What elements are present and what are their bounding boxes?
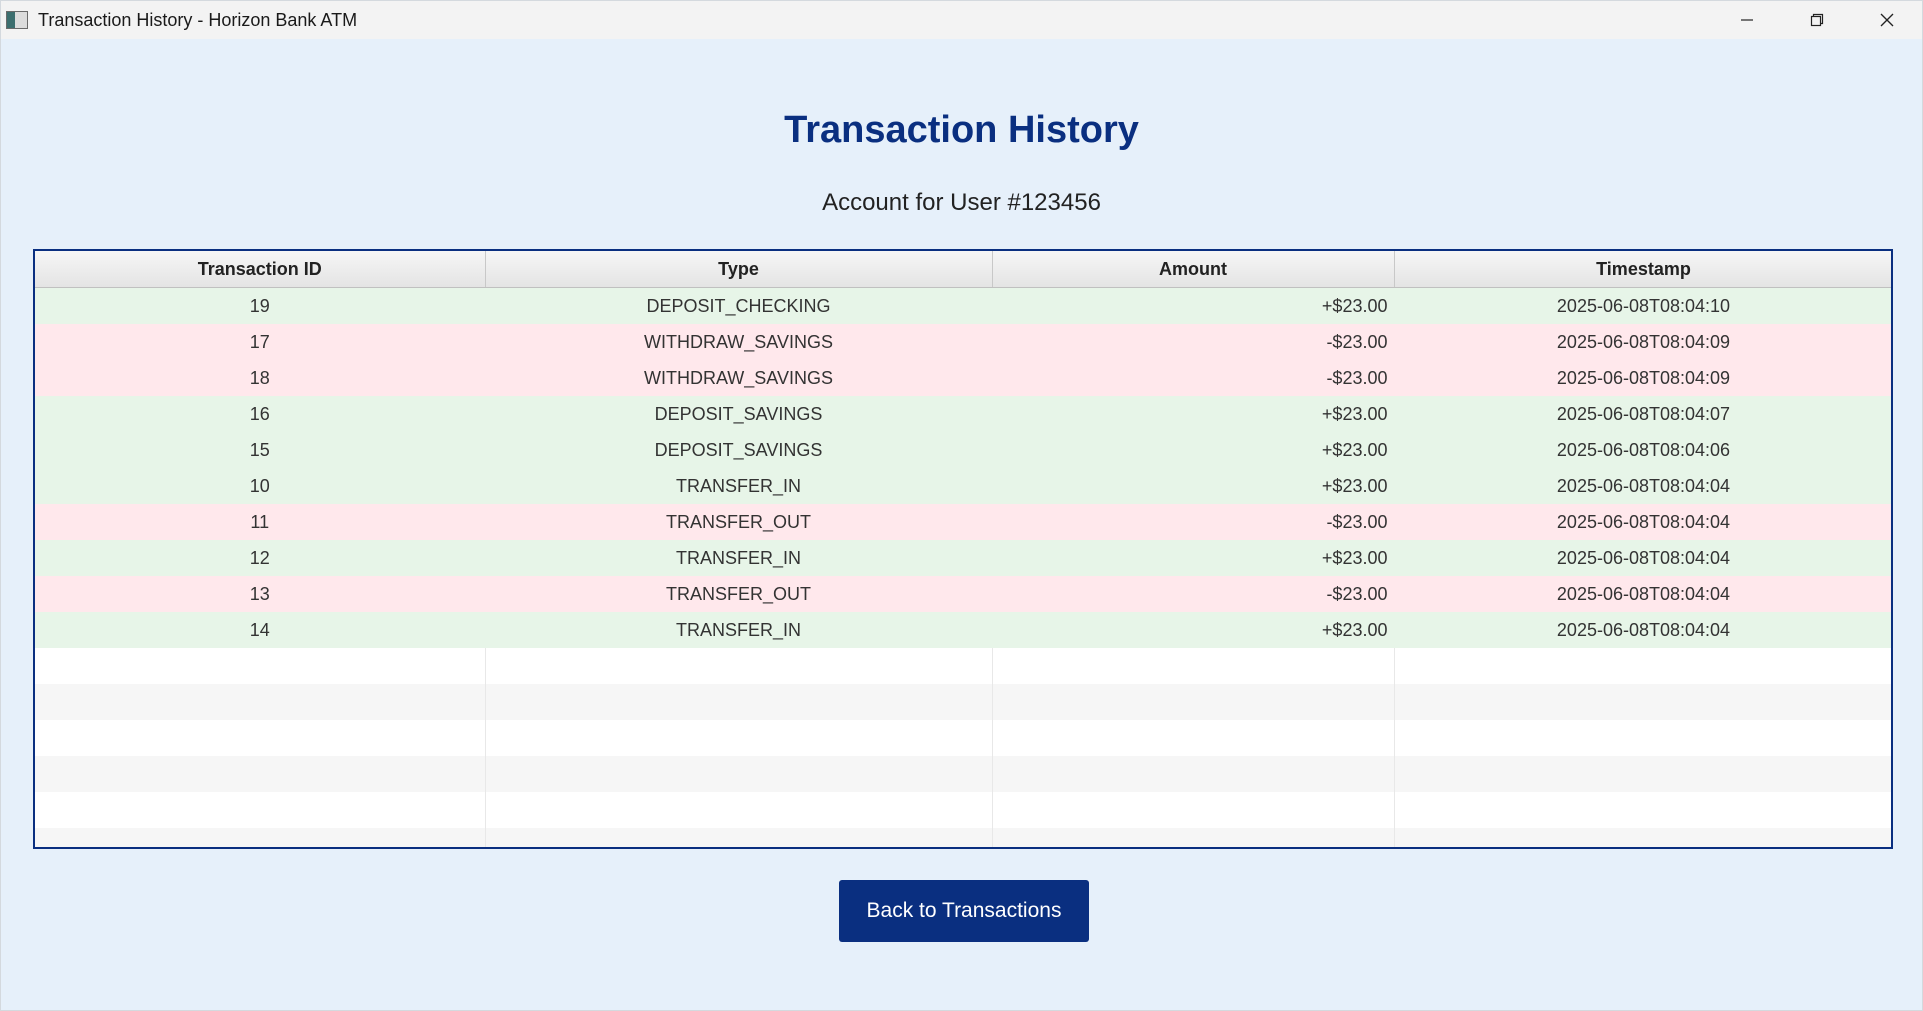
table-row[interactable]: 17 WITHDRAW_SAVINGS -$23.00 2025-06-08T0… — [35, 324, 1891, 360]
cell-timestamp: 2025-06-08T08:04:04 — [1394, 612, 1891, 648]
column-header-transaction-id[interactable]: Transaction ID — [35, 251, 486, 288]
cell-timestamp: 2025-06-08T08:04:04 — [1394, 468, 1891, 504]
cell-timestamp: 2025-06-08T08:04:04 — [1394, 504, 1891, 540]
window-title: Transaction History - Horizon Bank ATM — [38, 9, 358, 30]
cell-timestamp: 2025-06-08T08:04:09 — [1394, 360, 1891, 396]
cell-transaction-id: 10 — [35, 468, 486, 504]
empty-table-row — [35, 756, 1891, 792]
cell-type: DEPOSIT_CHECKING — [485, 287, 993, 324]
cell-timestamp: 2025-06-08T08:04:06 — [1394, 432, 1891, 468]
table-row[interactable]: 11 TRANSFER_OUT -$23.00 2025-06-08T08:04… — [35, 504, 1891, 540]
empty-table-row — [35, 792, 1891, 828]
cell-type: TRANSFER_IN — [485, 540, 993, 576]
cell-timestamp: 2025-06-08T08:04:04 — [1394, 540, 1891, 576]
cell-amount: -$23.00 — [992, 504, 1395, 540]
cell-amount: -$23.00 — [992, 576, 1395, 612]
empty-table-row — [35, 828, 1891, 847]
empty-table-row — [35, 684, 1891, 720]
page-title: Transaction History — [784, 109, 1139, 151]
minimize-button[interactable] — [1712, 1, 1782, 39]
cell-amount: +$23.00 — [992, 612, 1395, 648]
close-button[interactable] — [1852, 1, 1922, 39]
cell-timestamp: 2025-06-08T08:04:09 — [1394, 324, 1891, 360]
cell-amount: +$23.00 — [992, 468, 1395, 504]
table-row[interactable]: 14 TRANSFER_IN +$23.00 2025-06-08T08:04:… — [35, 612, 1891, 648]
cell-type: DEPOSIT_SAVINGS — [485, 432, 993, 468]
cell-amount: +$23.00 — [992, 396, 1395, 432]
close-icon — [1880, 13, 1894, 27]
cell-timestamp: 2025-06-08T08:04:04 — [1394, 576, 1891, 612]
app-window: Transaction History - Horizon Bank ATM T… — [0, 0, 1923, 1011]
app-icon — [6, 11, 28, 29]
cell-amount: -$23.00 — [992, 360, 1395, 396]
cell-transaction-id: 12 — [35, 540, 486, 576]
table-row[interactable]: 12 TRANSFER_IN +$23.00 2025-06-08T08:04:… — [35, 540, 1891, 576]
cell-type: WITHDRAW_SAVINGS — [485, 324, 993, 360]
column-header-amount[interactable]: Amount — [992, 251, 1395, 288]
cell-type: TRANSFER_IN — [485, 612, 993, 648]
table-row[interactable]: 18 WITHDRAW_SAVINGS -$23.00 2025-06-08T0… — [35, 360, 1891, 396]
transactions-table[interactable]: Transaction ID Type Amount Timestamp 19 … — [33, 249, 1893, 849]
window-controls — [1712, 1, 1922, 39]
cell-type: TRANSFER_IN — [485, 468, 993, 504]
cell-transaction-id: 15 — [35, 432, 486, 468]
column-header-type[interactable]: Type — [485, 251, 993, 288]
title-bar: Transaction History - Horizon Bank ATM — [1, 1, 1922, 39]
restore-icon — [1810, 13, 1824, 27]
table-row[interactable]: 10 TRANSFER_IN +$23.00 2025-06-08T08:04:… — [35, 468, 1891, 504]
cell-amount: +$23.00 — [992, 287, 1395, 324]
table-row[interactable]: 19 DEPOSIT_CHECKING +$23.00 2025-06-08T0… — [35, 287, 1891, 324]
table-row[interactable]: 15 DEPOSIT_SAVINGS +$23.00 2025-06-08T08… — [35, 432, 1891, 468]
cell-transaction-id: 17 — [35, 324, 486, 360]
cell-type: TRANSFER_OUT — [485, 504, 993, 540]
cell-amount: +$23.00 — [992, 432, 1395, 468]
cell-amount: -$23.00 — [992, 324, 1395, 360]
back-to-transactions-button[interactable]: Back to Transactions — [839, 880, 1089, 942]
cell-transaction-id: 14 — [35, 612, 486, 648]
table-header-row: Transaction ID Type Amount Timestamp — [35, 251, 1891, 288]
empty-table-row — [35, 648, 1891, 684]
cell-transaction-id: 18 — [35, 360, 486, 396]
cell-type: TRANSFER_OUT — [485, 576, 993, 612]
cell-transaction-id: 13 — [35, 576, 486, 612]
restore-button[interactable] — [1782, 1, 1852, 39]
cell-timestamp: 2025-06-08T08:04:07 — [1394, 396, 1891, 432]
cell-type: WITHDRAW_SAVINGS — [485, 360, 993, 396]
cell-type: DEPOSIT_SAVINGS — [485, 396, 993, 432]
cell-timestamp: 2025-06-08T08:04:10 — [1394, 287, 1891, 324]
account-subtitle: Account for User #123456 — [822, 189, 1101, 216]
empty-table-row — [35, 720, 1891, 756]
minimize-icon — [1741, 19, 1753, 21]
table-row[interactable]: 13 TRANSFER_OUT -$23.00 2025-06-08T08:04… — [35, 576, 1891, 612]
cell-amount: +$23.00 — [992, 540, 1395, 576]
table-row[interactable]: 16 DEPOSIT_SAVINGS +$23.00 2025-06-08T08… — [35, 396, 1891, 432]
cell-transaction-id: 19 — [35, 287, 486, 324]
cell-transaction-id: 16 — [35, 396, 486, 432]
cell-transaction-id: 11 — [35, 504, 486, 540]
column-header-timestamp[interactable]: Timestamp — [1394, 251, 1891, 288]
